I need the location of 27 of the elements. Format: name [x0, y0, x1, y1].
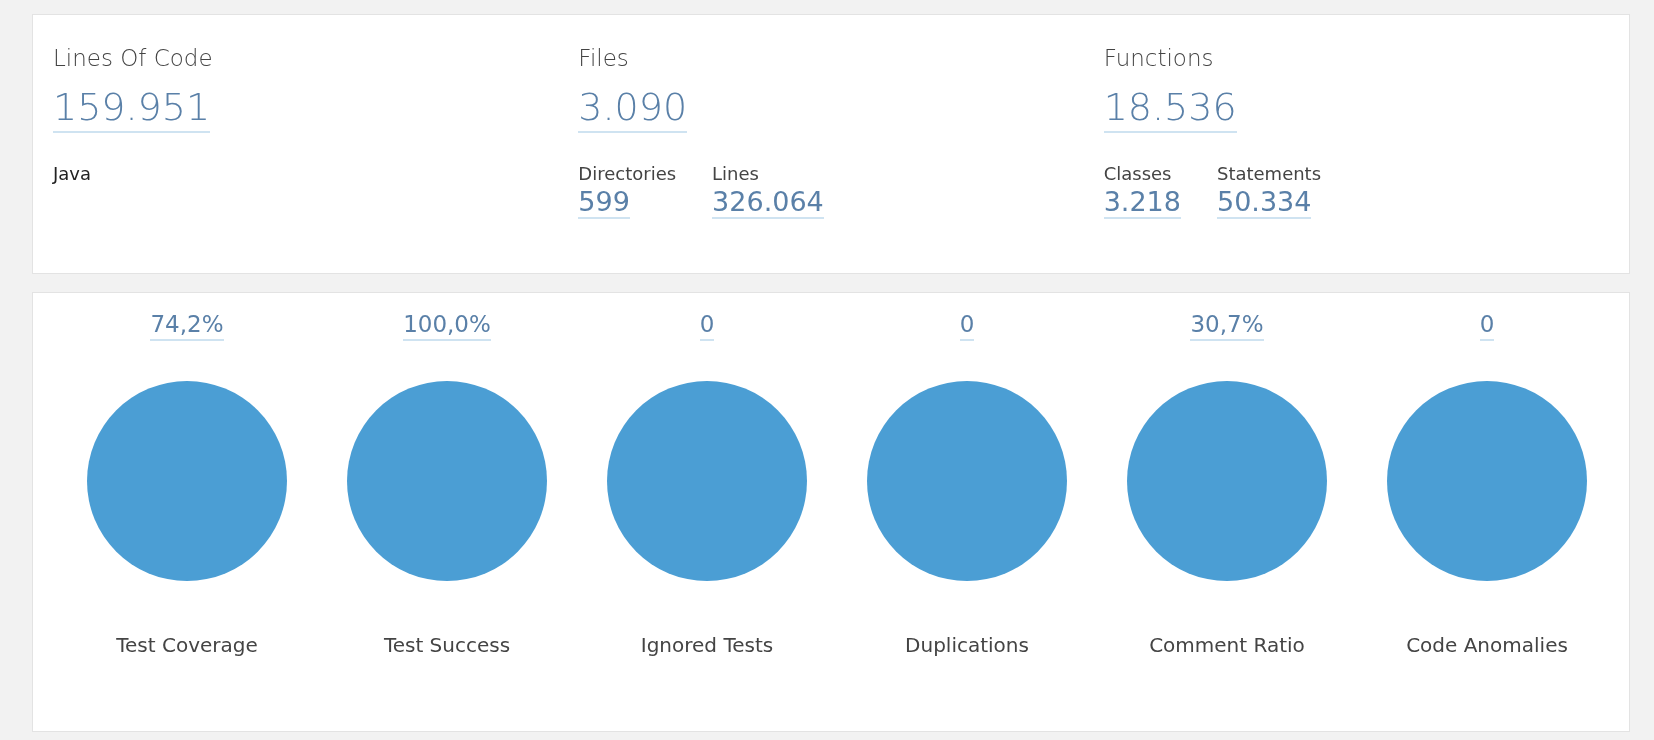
- metric-label: Directories: [578, 163, 677, 184]
- metric-value[interactable]: 0: [1479, 311, 1495, 341]
- metric-label: Statements: [1216, 163, 1322, 184]
- metric-label: Code Anomalies: [1406, 633, 1568, 657]
- metric-label: Ignored Tests: [640, 633, 774, 657]
- language-label: Java: [53, 163, 92, 184]
- metric-value[interactable]: 50.334: [1216, 186, 1312, 219]
- metric-label: Functions: [1103, 45, 1214, 71]
- metric-value[interactable]: 18.536: [1103, 85, 1237, 133]
- metric-label: Classes: [1103, 163, 1172, 184]
- metric-value[interactable]: 100,0%: [403, 311, 491, 341]
- metric-value[interactable]: 0: [699, 311, 715, 341]
- metric-label: Test Coverage: [116, 633, 258, 657]
- metric-label: Duplications: [905, 633, 1029, 657]
- metric-value[interactable]: 30,7%: [1190, 311, 1264, 341]
- metric-value[interactable]: 3.090: [578, 85, 688, 133]
- metric-value[interactable]: 599: [578, 186, 630, 219]
- metric-value[interactable]: 326.064: [712, 186, 824, 219]
- metric-label: Files: [578, 45, 629, 71]
- metric-value[interactable]: 74,2%: [150, 311, 224, 341]
- metric-value[interactable]: 3.218: [1103, 186, 1181, 219]
- metric-label: Lines Of Code: [53, 45, 213, 71]
- metric-label: Test Success: [383, 633, 511, 657]
- metric-value[interactable]: 0: [959, 311, 975, 341]
- metric-label: Lines: [712, 163, 759, 184]
- metric-label: Comment Ratio: [1149, 633, 1305, 657]
- metric-value[interactable]: 159.951: [53, 85, 211, 133]
